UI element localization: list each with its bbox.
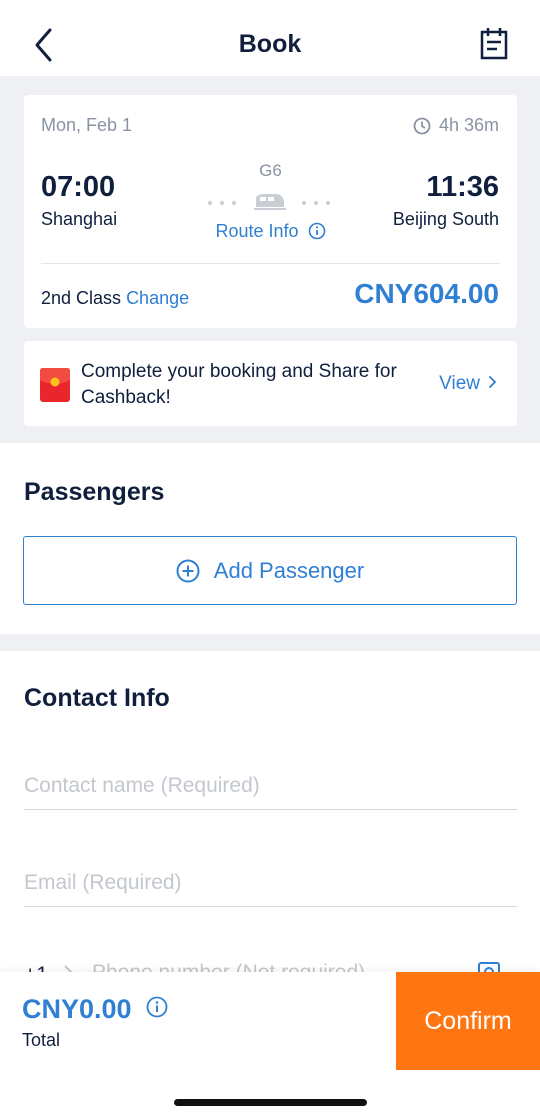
info-icon xyxy=(308,222,326,240)
clipboard-icon[interactable] xyxy=(478,26,510,62)
passengers-title: Passengers xyxy=(24,478,165,506)
promo-text: Complete your booking and Share for Cash… xyxy=(81,361,397,408)
trip-price: CNY604.00 xyxy=(354,278,499,309)
page-title: Book xyxy=(238,30,302,58)
cashback-promo-card[interactable]: Complete your booking and Share for Cash… xyxy=(24,341,517,426)
change-class-link[interactable]: Change xyxy=(126,288,189,308)
train-icon xyxy=(204,191,334,211)
email-input[interactable] xyxy=(24,859,517,907)
total-price-row: CNY0.00 xyxy=(22,994,168,1025)
route-info-label: Route Info xyxy=(215,221,299,241)
seat-class-row: 2nd Class Change xyxy=(41,288,189,309)
bottom-bar: CNY0.00 Total Confirm xyxy=(0,972,540,1119)
clock-icon xyxy=(413,117,431,135)
contact-info-title: Contact Info xyxy=(24,684,170,712)
add-passenger-button[interactable]: Add Passenger xyxy=(23,536,517,605)
add-circle-icon xyxy=(176,559,200,583)
train-number: G6 xyxy=(259,161,282,180)
promo-view-label: View xyxy=(439,373,480,394)
route-info-link[interactable]: Route Info xyxy=(24,221,517,242)
duration-text: 4h 36m xyxy=(438,115,499,135)
card-divider xyxy=(41,263,500,264)
chevron-right-icon xyxy=(488,373,497,395)
header: Book xyxy=(0,0,540,76)
total-price: CNY0.00 xyxy=(22,994,132,1024)
home-indicator xyxy=(174,1099,367,1106)
trip-date: Mon, Feb 1 xyxy=(41,115,133,135)
confirm-button[interactable]: Confirm xyxy=(396,972,540,1070)
seat-class: 2nd Class xyxy=(41,288,122,308)
info-icon[interactable] xyxy=(146,994,168,1025)
total-label: Total xyxy=(22,1030,61,1050)
red-envelope-icon xyxy=(40,368,70,402)
promo-view-link[interactable]: View xyxy=(439,373,497,395)
contact-name-input[interactable] xyxy=(24,762,517,810)
trip-summary-card: Mon, Feb 1 4h 36m 07:00 Shanghai 11:36 B… xyxy=(24,95,517,328)
add-passenger-label: Add Passenger xyxy=(213,557,365,583)
section-divider xyxy=(0,634,540,651)
trip-duration: 4h 36m xyxy=(413,115,499,136)
